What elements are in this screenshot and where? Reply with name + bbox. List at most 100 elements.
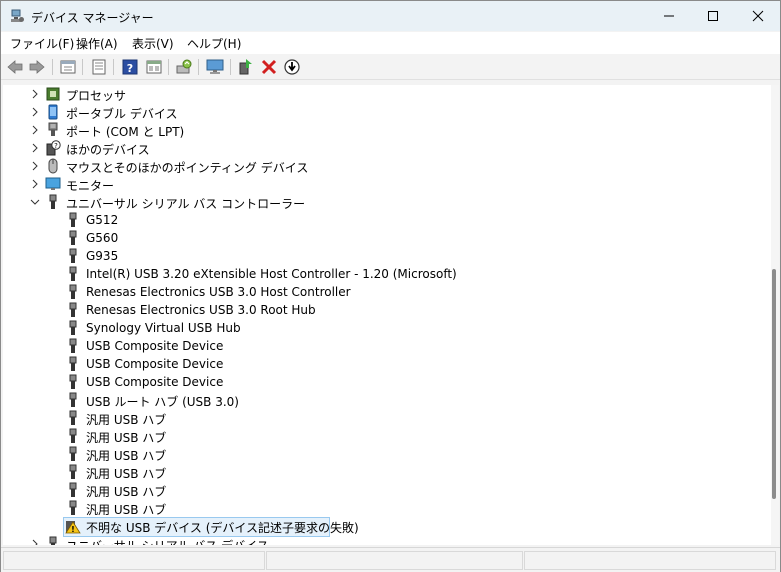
- tree-item-label: プロセッサ: [66, 89, 127, 103]
- update-driver-icon[interactable]: [175, 58, 193, 76]
- tree-item-label: モニター: [66, 179, 115, 193]
- minimize-button[interactable]: [646, 1, 692, 31]
- usb-icon: [69, 212, 77, 227]
- status-bar: [1, 547, 780, 572]
- back-icon[interactable]: [6, 58, 24, 76]
- monitor-icon: [45, 177, 61, 190]
- tree-item-label: マウスとそのほかのポインティング デバイス: [66, 161, 309, 175]
- tree-item-label: G560: [86, 231, 119, 245]
- menu-bar: ファイル(F) 操作(A) 表示(V) ヘルプ(H): [1, 32, 780, 54]
- tree-item-label: ほかのデバイス: [66, 143, 150, 157]
- uninstall-icon[interactable]: [260, 58, 278, 76]
- warning-icon: !: [65, 521, 81, 534]
- tree-item-label: 汎用 USB ハブ: [86, 449, 167, 463]
- enable-device-icon[interactable]: [237, 58, 255, 76]
- monitor-scan-icon[interactable]: [206, 58, 224, 76]
- chevron-right-icon[interactable]: [29, 106, 41, 118]
- usb-icon: [69, 446, 77, 461]
- tree-item-label: 不明な USB デバイス (デバイス記述子要求の失敗): [86, 521, 359, 535]
- status-segment: [3, 551, 265, 570]
- vertical-scrollbar[interactable]: [771, 85, 779, 545]
- tree-item-label: ポート (COM と LPT): [66, 125, 185, 139]
- usb-icon: [69, 230, 77, 245]
- portable-device-icon: [48, 104, 58, 120]
- tree-item-label: USB Composite Device: [86, 375, 224, 389]
- maximize-icon: [708, 11, 718, 21]
- tree-item-label: 汎用 USB ハブ: [86, 431, 167, 445]
- usb-icon: [69, 374, 77, 389]
- grid-view-icon[interactable]: [145, 58, 163, 76]
- toolbar-separator: [230, 59, 231, 75]
- tree-item-label: 汎用 USB ハブ: [86, 503, 167, 517]
- tree-item-label: G512: [86, 213, 119, 227]
- mouse-icon: [48, 158, 58, 174]
- tree-item-label: USB ルート ハブ (USB 3.0): [86, 395, 239, 409]
- device-manager-window: デバイス マネージャー ファイル(F) 操作(A) 表示(V) ヘルプ(H) ?…: [0, 0, 781, 572]
- device-manager-icon: [11, 9, 24, 22]
- usb-icon: [69, 500, 77, 515]
- minimize-icon: [664, 15, 674, 17]
- help-icon[interactable]: ?: [121, 58, 139, 76]
- properties-view-icon[interactable]: [59, 58, 77, 76]
- tree-item-label: Renesas Electronics USB 3.0 Root Hub: [86, 303, 316, 317]
- usb-icon: [69, 464, 77, 479]
- usb-icon: [69, 482, 77, 497]
- chevron-right-icon[interactable]: [29, 124, 41, 136]
- close-button[interactable]: [735, 1, 781, 31]
- usb-icon: [69, 410, 77, 425]
- menu-help[interactable]: ヘルプ(H): [187, 35, 241, 52]
- other-device-icon: ?: [46, 140, 61, 156]
- chevron-down-icon[interactable]: [29, 196, 41, 208]
- tree-item-label: ユニバーサル シリアル バス デバイス: [66, 537, 269, 545]
- toolbar-separator: [52, 59, 53, 75]
- usb-icon: [69, 320, 77, 335]
- usb-icon: [69, 302, 77, 317]
- tree-item-label: G935: [86, 249, 119, 263]
- close-icon: [752, 10, 764, 22]
- toolbar-separator: [82, 59, 83, 75]
- svg-text:?: ?: [54, 142, 58, 150]
- chevron-right-icon[interactable]: [29, 538, 41, 545]
- tree-item-label: Synology Virtual USB Hub: [86, 321, 241, 335]
- chevron-right-icon[interactable]: [29, 160, 41, 172]
- svg-text:?: ?: [127, 62, 133, 75]
- tree-item-label: ユニバーサル シリアル バス コントローラー: [66, 197, 306, 211]
- status-segment: [524, 551, 776, 570]
- usb-icon: [49, 536, 57, 545]
- chevron-right-icon[interactable]: [29, 88, 41, 100]
- tree-item-label: 汎用 USB ハブ: [86, 467, 167, 481]
- usb-icon: [69, 428, 77, 443]
- usb-icon: [69, 266, 77, 281]
- toolbar: ?: [1, 55, 780, 80]
- list-view-icon[interactable]: [90, 58, 108, 76]
- usb-icon: [69, 338, 77, 353]
- chevron-right-icon[interactable]: [29, 142, 41, 154]
- usb-icon: [69, 284, 77, 299]
- tree-item-label: 汎用 USB ハブ: [86, 413, 167, 427]
- window-title: デバイス マネージャー: [31, 11, 154, 25]
- tree-item-label: ポータブル デバイス: [66, 107, 178, 121]
- svg-text:!: !: [71, 525, 75, 534]
- device-tree[interactable]: プロセッサ ポータブル デバイス ポート (COM と LPT) ? ほかのデバ…: [3, 85, 771, 545]
- toolbar-separator: [198, 59, 199, 75]
- usb-icon: [69, 356, 77, 371]
- maximize-button[interactable]: [690, 1, 736, 31]
- menu-action[interactable]: 操作(A): [76, 35, 118, 52]
- download-icon[interactable]: [283, 58, 301, 76]
- tree-item-label: USB Composite Device: [86, 357, 224, 371]
- menu-view[interactable]: 表示(V): [132, 35, 174, 52]
- scrollbar-thumb[interactable]: [772, 269, 776, 499]
- usb-icon: [49, 194, 57, 209]
- processor-icon: [46, 87, 60, 101]
- toolbar-separator: [113, 59, 114, 75]
- chevron-right-icon[interactable]: [29, 178, 41, 190]
- title-bar[interactable]: デバイス マネージャー: [1, 1, 780, 31]
- forward-icon[interactable]: [28, 58, 46, 76]
- status-segment: [266, 551, 523, 570]
- usb-icon: [69, 392, 77, 407]
- tree-item-label: Intel(R) USB 3.20 eXtensible Host Contro…: [86, 267, 457, 281]
- port-icon: [48, 122, 58, 136]
- menu-file[interactable]: ファイル(F): [10, 35, 74, 52]
- toolbar-separator: [168, 59, 169, 75]
- tree-item-label: USB Composite Device: [86, 339, 224, 353]
